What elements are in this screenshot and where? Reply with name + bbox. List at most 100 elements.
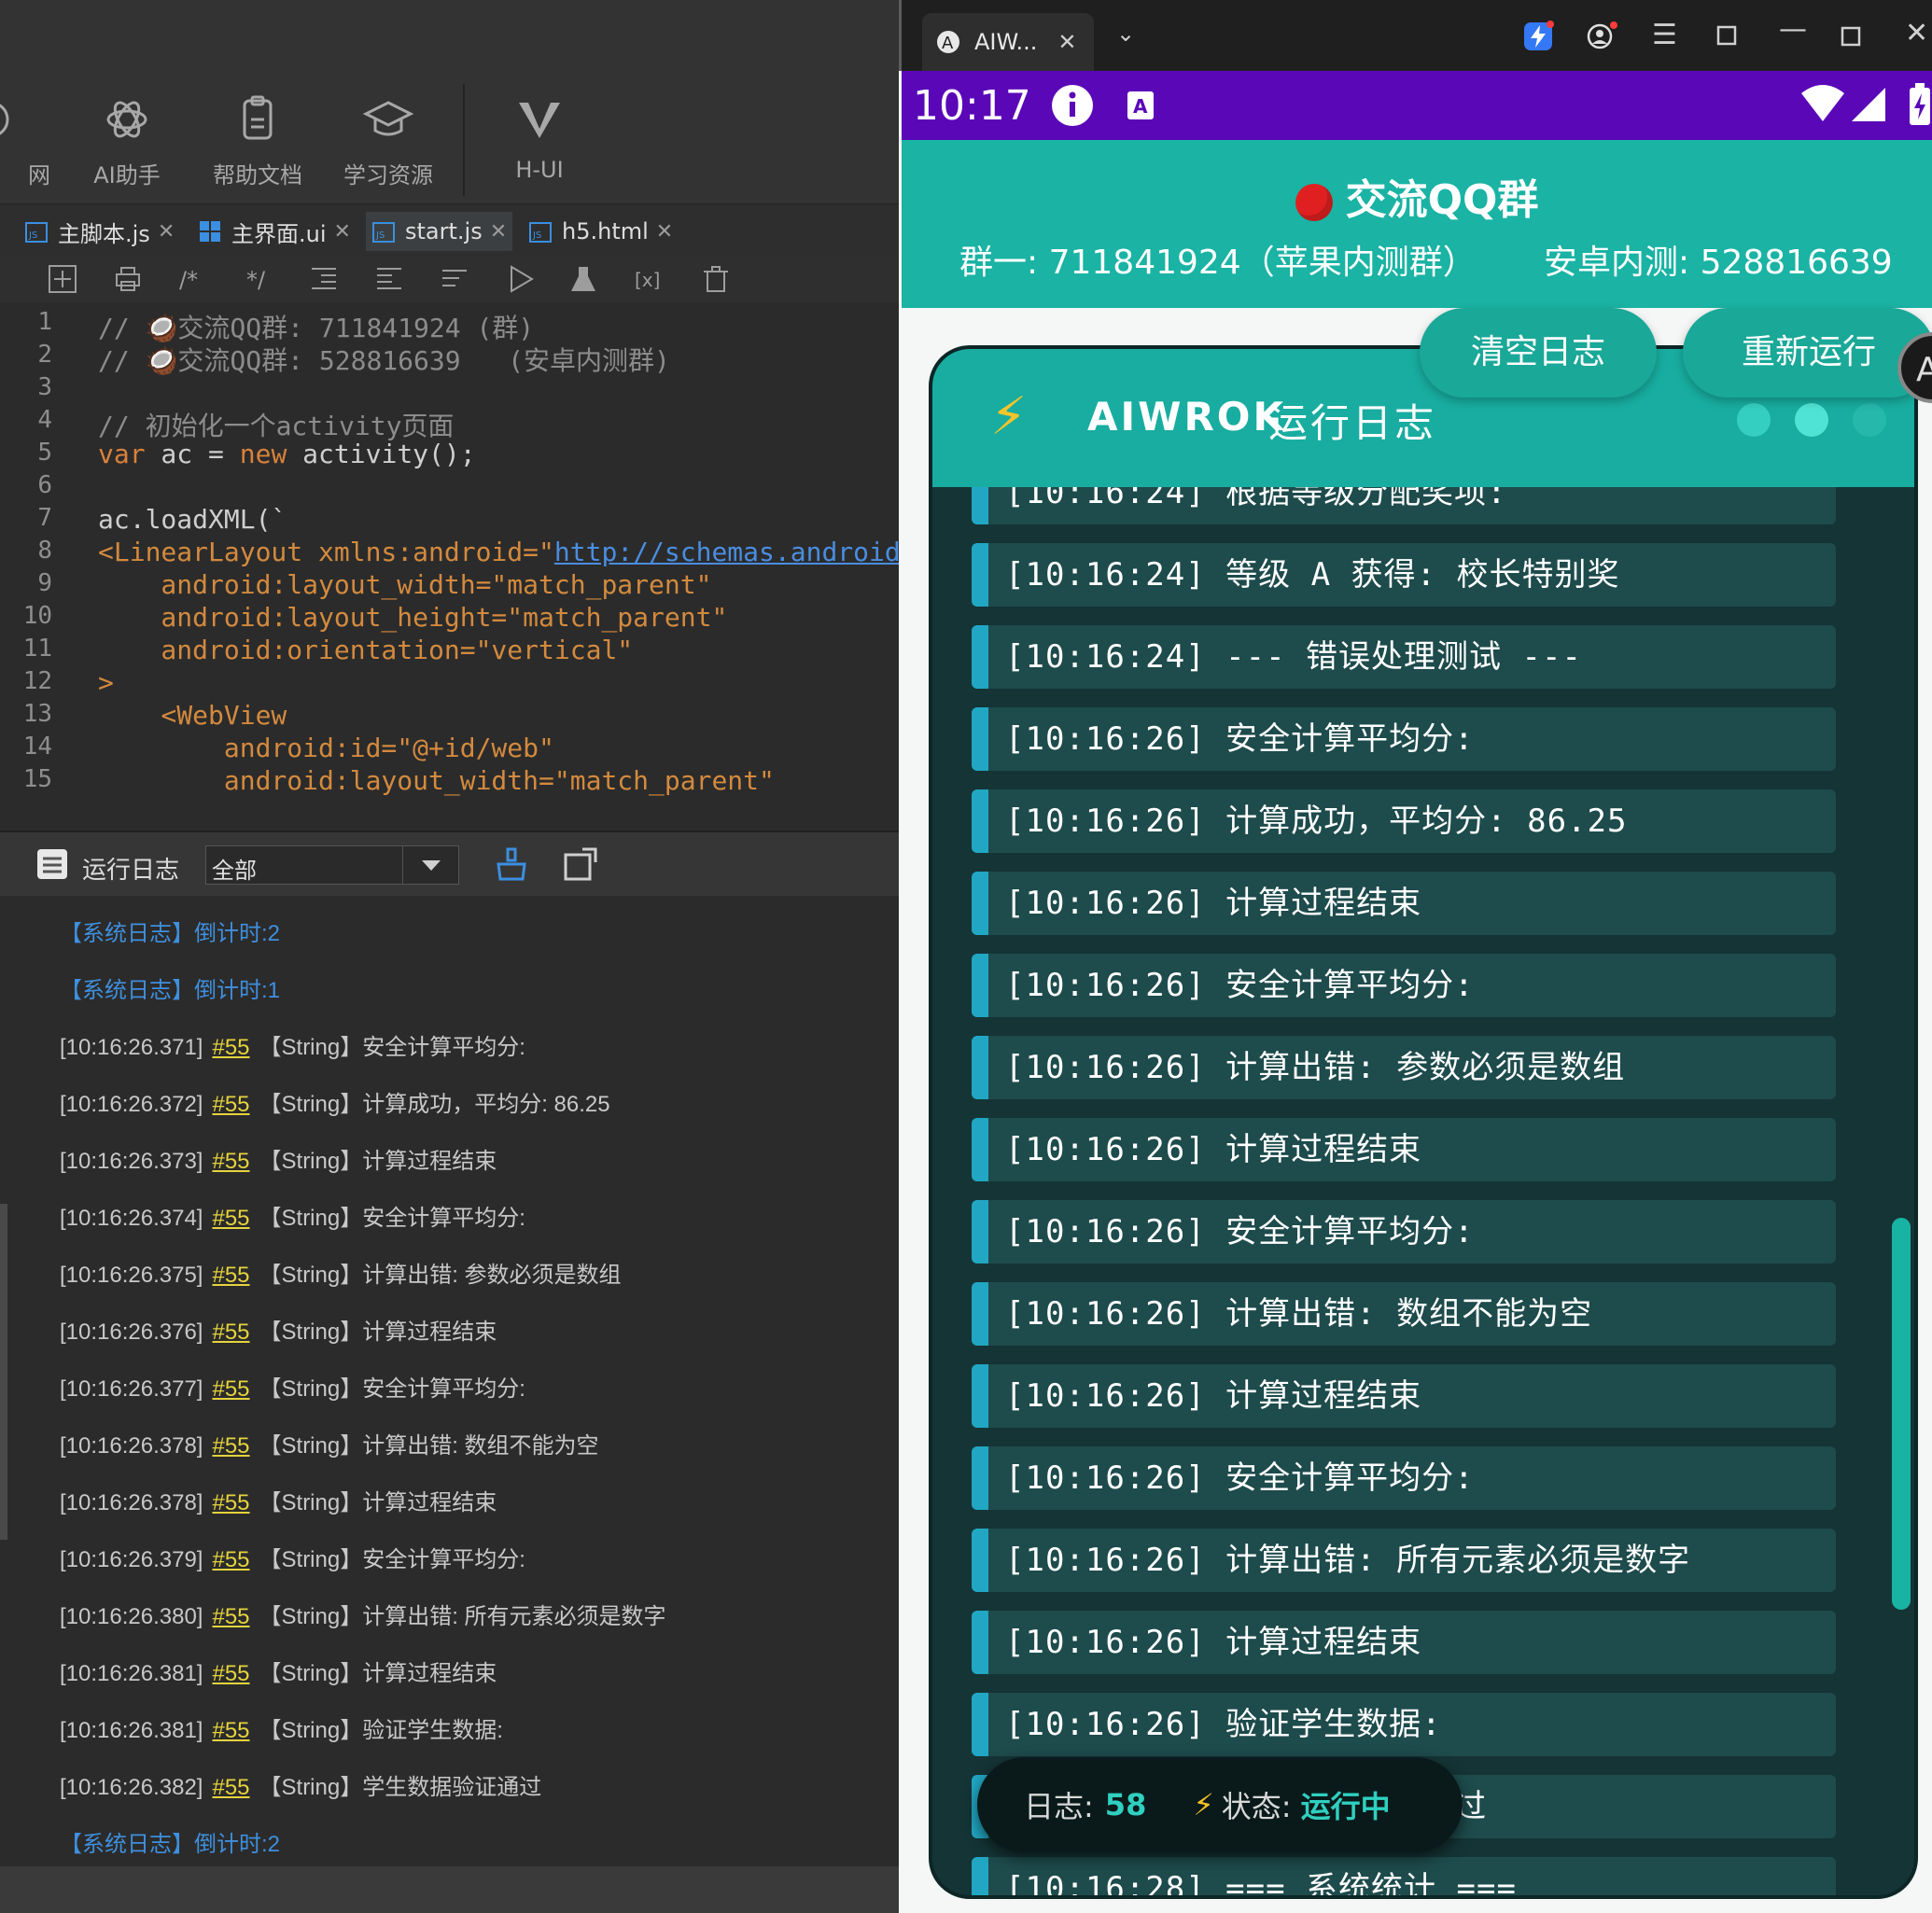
rotate-icon[interactable] bbox=[1715, 24, 1740, 49]
menu-icon[interactable]: ☰ bbox=[1652, 19, 1677, 51]
print-icon[interactable] bbox=[112, 263, 144, 295]
log-count-label: 日志: bbox=[1024, 1789, 1094, 1824]
close-icon[interactable]: ✕ bbox=[656, 220, 673, 244]
log-source-link[interactable]: #55 bbox=[212, 1035, 249, 1060]
log-source-link[interactable]: #55 bbox=[212, 1149, 249, 1174]
state-label: 状态: bbox=[1221, 1789, 1292, 1824]
close-icon[interactable]: ✕ bbox=[490, 220, 507, 244]
log-source-link[interactable]: #55 bbox=[212, 1092, 249, 1117]
log-source-link[interactable]: #55 bbox=[212, 1490, 249, 1515]
log-source-link[interactable]: #55 bbox=[212, 1320, 249, 1345]
log-filter-select[interactable]: 全部 bbox=[205, 845, 459, 885]
tab-main-js[interactable]: JS 主脚本.js ✕ bbox=[24, 212, 175, 251]
log-panel-title: 运行日志 bbox=[82, 857, 180, 885]
log-entry: [10:16:24] --- 错误处理测试 --- bbox=[972, 625, 1836, 689]
log-entry: [10:16:28] === 系统统计 === bbox=[972, 1857, 1836, 1895]
log-message: 【String】安全计算平均分: bbox=[259, 1206, 525, 1231]
log-scrollbar[interactable] bbox=[0, 1204, 7, 1540]
ui-grid-icon bbox=[200, 221, 220, 242]
code-editor[interactable]: 1 // 🥥交流QQ群: 711841924 (群) 2 // 🥥交流QQ群: 528… bbox=[0, 302, 899, 806]
log-source-link[interactable]: #55 bbox=[212, 1376, 249, 1402]
chevron-down-icon bbox=[422, 860, 441, 871]
tab-start-js[interactable]: JS start.js ✕ bbox=[366, 212, 513, 251]
log-source-link[interactable]: #55 bbox=[212, 1263, 249, 1288]
toolbar-button-hui[interactable]: H-UI bbox=[483, 91, 595, 194]
state-value: 运行中 bbox=[1300, 1789, 1391, 1824]
run-icon[interactable] bbox=[504, 263, 536, 295]
battery-icon bbox=[1910, 83, 1930, 125]
tab-main-ui[interactable]: 主界面.ui ✕ bbox=[198, 212, 351, 251]
block-comment-icon[interactable]: /* bbox=[177, 263, 209, 295]
account-icon[interactable] bbox=[1586, 21, 1617, 52]
toolbar-button-learn[interactable]: 学习资源 bbox=[332, 91, 444, 194]
tab-h5-html[interactable]: JS h5.html ✕ bbox=[528, 212, 673, 251]
editor-toolbar: /* */ [x] bbox=[0, 256, 899, 302]
log-source-link[interactable]: #55 bbox=[212, 1775, 249, 1800]
log-message: 【String】计算出错: 数组不能为空 bbox=[259, 1433, 599, 1459]
log-source-link[interactable]: #55 bbox=[212, 1718, 249, 1743]
log-entry: [10:16:26] 计算过程结束 bbox=[972, 1611, 1836, 1674]
log-entry: [10:16:26] 计算成功，平均分: 86.25 bbox=[972, 789, 1836, 853]
emulator-tab[interactable]: A AIW... ✕ bbox=[922, 13, 1094, 71]
log-entry-list[interactable]: [10:16:24] 根据等级分配奖项: [10:16:24] 等级 A 获得: … bbox=[932, 487, 1914, 1895]
toolbar-button-help[interactable]: 帮助文档 bbox=[202, 91, 314, 194]
expand-icon[interactable] bbox=[562, 845, 599, 883]
code-line: <LinearLayout xmlns:android="http://sche… bbox=[98, 537, 899, 567]
maximize-icon[interactable] bbox=[1841, 26, 1861, 47]
chevron-down-icon[interactable]: ⌄ bbox=[1116, 21, 1135, 47]
uncomment-icon[interactable]: */ bbox=[245, 263, 276, 295]
toolbar-button-web[interactable]: 网 bbox=[0, 91, 50, 194]
minimize-icon[interactable]: — bbox=[1779, 13, 1807, 46]
close-icon[interactable]: ✕ bbox=[334, 220, 351, 244]
schema-link[interactable]: http://schemas.android. bbox=[554, 537, 899, 567]
log-timestamp: [10:16:26.382] bbox=[60, 1775, 203, 1800]
log-line: [10:16:26.374] #55 【String】安全计算平均分: bbox=[60, 1199, 525, 1232]
log-entry: [10:16:26] 计算过程结束 bbox=[972, 1364, 1836, 1428]
log-source-link[interactable]: #55 bbox=[212, 1661, 249, 1686]
trash-icon[interactable] bbox=[700, 263, 732, 295]
log-timestamp: [10:16:26.376] bbox=[60, 1320, 203, 1345]
dropdown-button[interactable] bbox=[402, 846, 459, 884]
log-message: 【String】计算过程结束 bbox=[259, 1490, 497, 1515]
log-source-link[interactable]: #55 bbox=[212, 1433, 249, 1459]
add-box-icon[interactable] bbox=[47, 263, 78, 295]
clear-log-button[interactable]: 清空日志 bbox=[1420, 308, 1657, 398]
globe-icon bbox=[0, 104, 9, 135]
outdent-icon[interactable] bbox=[308, 263, 340, 295]
code-line: ac.loadXML(` bbox=[98, 504, 287, 535]
close-icon[interactable]: ✕ bbox=[158, 220, 175, 244]
graduation-cap-icon bbox=[362, 101, 414, 136]
log-source-link[interactable]: #55 bbox=[212, 1206, 249, 1231]
floating-logo-icon[interactable]: A bbox=[1896, 330, 1932, 405]
broom-icon[interactable] bbox=[493, 845, 530, 883]
lightning-app-icon[interactable] bbox=[1522, 21, 1554, 52]
log-line: [10:16:26.376] #55 【String】计算过程结束 bbox=[60, 1313, 497, 1346]
indicator-dot bbox=[1795, 403, 1828, 437]
line-number: 14 bbox=[22, 733, 52, 761]
log-line: [10:16:26.381] #55 【String】验证学生数据: bbox=[60, 1711, 503, 1744]
line-number: 13 bbox=[22, 700, 52, 728]
log-source-link[interactable]: #55 bbox=[212, 1547, 249, 1572]
close-window-icon[interactable]: ✕ bbox=[1905, 17, 1928, 49]
tab-label: h5.html bbox=[562, 218, 649, 244]
format-icon[interactable] bbox=[439, 263, 470, 295]
log-entry: [10:16:26] 计算过程结束 bbox=[972, 872, 1836, 935]
log-line: [10:16:26.378] #55 【String】计算出错: 数组不能为空 bbox=[60, 1427, 599, 1459]
tab-label: start.js bbox=[405, 218, 483, 244]
rerun-button[interactable]: 重新运行 bbox=[1683, 308, 1932, 398]
indent-icon[interactable] bbox=[373, 263, 405, 295]
flask-icon[interactable] bbox=[567, 263, 599, 295]
log-timestamp: [10:16:26.371] bbox=[60, 1035, 203, 1060]
code-line: android:id="@+id/web" bbox=[98, 733, 554, 763]
entries-scrollbar[interactable] bbox=[1892, 1218, 1911, 1610]
line-number: 6 bbox=[37, 471, 52, 499]
emulator-tab-title: AIW... bbox=[974, 29, 1038, 55]
toolbar-button-ai[interactable]: AI助手 bbox=[71, 91, 183, 194]
close-icon[interactable]: ✕ bbox=[1057, 29, 1076, 55]
log-source-link[interactable]: #55 bbox=[212, 1604, 249, 1629]
log-entry: [10:16:24] 根据等级分配奖项: bbox=[972, 487, 1836, 524]
log-message: 【String】学生数据验证通过 bbox=[259, 1775, 542, 1800]
variable-icon[interactable]: [x] bbox=[633, 263, 665, 295]
code-line: android:layout_height="match_parent" bbox=[98, 602, 728, 633]
log-panel-header: 运行日志 全部 bbox=[0, 831, 899, 898]
